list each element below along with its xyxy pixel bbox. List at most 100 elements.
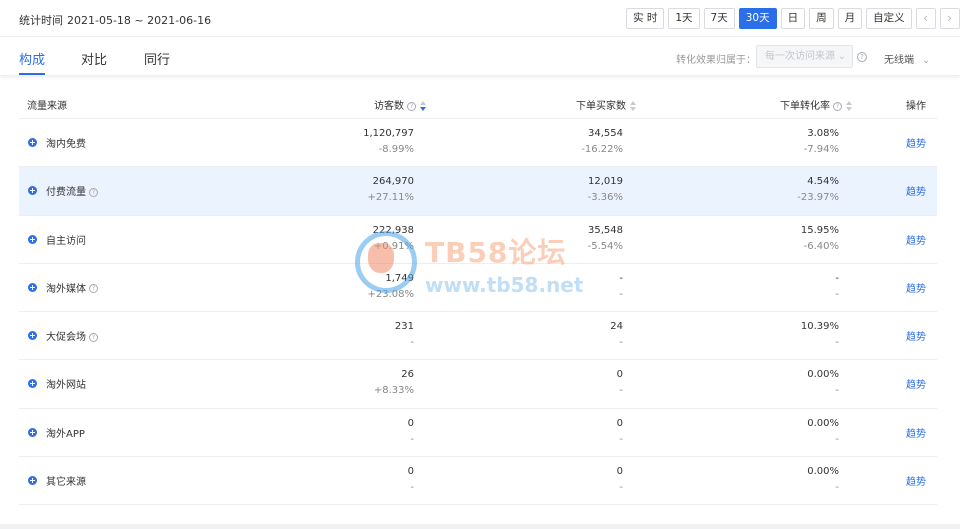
visitors-cell: 222,938 +0.91% [264,216,414,254]
visitors-cell: 1,749 +23.08% [264,264,414,302]
trend-link[interactable]: 趋势 [906,473,926,488]
buyers-value: 0 [616,417,623,429]
trend-link[interactable]: 趋势 [906,183,926,198]
attribution-select[interactable]: 每一次访问来源 ⌄ [756,45,853,68]
buyers-change: - [619,385,623,397]
expand-icon[interactable] [28,476,37,486]
buyers-value: 0 [616,369,623,381]
date-btn-30day[interactable]: 30天 [738,8,777,29]
table-row[interactable]: 淘外媒体? 1,749 +23.08% - - - - 趋势 [19,264,937,313]
date-btn-day[interactable]: 日 [780,8,806,29]
expand-icon[interactable] [28,186,37,196]
stat-time-range: 2021-05-18 ~ 2021-06-16 [67,14,212,27]
rate-cell: 3.08% -7.94% [689,119,839,157]
visitors-value: 0 [407,466,414,478]
visitors-change: +8.33% [373,385,414,397]
table-header: 流量来源 访客数? 下单买家数 下单转化率? 操作 [19,85,937,119]
visitors-value: 1,749 [385,272,414,284]
rate-cell: 0.00% - [689,409,839,447]
tab-composition[interactable]: 构成 [19,49,45,68]
chevron-down-icon: ⌄ [837,51,846,62]
date-btn-7day[interactable]: 7天 [703,8,735,29]
visitors-change: - [410,433,414,445]
chevron-right-icon[interactable]: › [939,8,960,29]
table-row[interactable]: 大促会场? 231 - 24 - 10.39% - 趋势 [19,312,937,361]
rate-value: - [835,272,839,284]
expand-icon[interactable] [28,379,37,389]
visitors-change: - [410,337,414,349]
sort-icon[interactable] [846,101,852,111]
terminal-select[interactable]: 无线端 ⌄ [884,51,930,66]
buyers-value: - [619,272,623,284]
rate-change: - [835,385,839,397]
trend-link[interactable]: 趋势 [906,328,926,343]
visitors-cell: 231 - [264,312,414,350]
date-btn-1day[interactable]: 1天 [668,8,700,29]
rate-change: - [835,288,839,300]
visitors-value: 0 [407,417,414,429]
buyers-cell: 0- [473,409,623,447]
trend-link[interactable]: 趋势 [906,135,926,150]
rate-cell: -- [689,264,839,302]
date-btn-custom[interactable]: 自定义 [866,8,912,29]
expand-icon[interactable] [28,282,37,292]
trend-link[interactable]: 趋势 [906,232,926,247]
buyers-change: - [619,482,623,494]
expand-icon[interactable] [28,331,37,341]
visitors-change: +27.11% [367,192,414,204]
date-btn-week[interactable]: 周 [809,8,834,29]
expand-icon[interactable] [28,234,37,244]
trend-link[interactable]: 趋势 [906,376,926,391]
buyers-change: - [619,288,623,300]
help-icon[interactable]: ? [857,52,867,62]
rate-change: -23.97% [797,192,839,204]
visitors-change: - [410,482,414,494]
date-btn-month[interactable]: 月 [837,8,863,29]
trend-link[interactable]: 趋势 [906,280,926,295]
chevron-left-icon[interactable]: ‹ [915,8,936,29]
buyers-cell: 12,019 -3.36% [473,167,623,205]
source-name: 付费流量? [46,183,98,198]
source-name: 大促会场? [46,328,98,343]
buyers-cell: 24 - [473,312,623,350]
col-rate[interactable]: 下单转化率? [780,97,852,112]
sort-icon[interactable] [630,101,636,111]
date-btn-realtime[interactable]: 实 时 [626,8,665,29]
help-icon: ? [833,101,842,111]
visitors-value: 222,938 [372,224,414,236]
visitors-change: +0.91% [373,240,414,252]
help-icon[interactable]: ? [89,332,98,342]
sort-icon[interactable] [420,101,426,111]
visitors-change: -8.99% [378,144,414,155]
table-row[interactable]: 付费流量? 264,970 +27.11% 12,019 -3.36% 4.54% -23.… [19,167,937,216]
rate-change: - [835,433,839,445]
chevron-down-icon: ⌄ [922,55,931,66]
rate-change: -7.94% [803,144,839,155]
table-row[interactable]: 淘内免费 1,120,797 -8.99% 34,554 -16.22% 3.08% -7.… [19,119,937,168]
expand-icon[interactable] [28,427,37,437]
trend-link[interactable]: 趋势 [906,425,926,440]
source-name: 淘内免费 [46,139,86,150]
help-icon: ? [407,101,416,111]
col-visitors[interactable]: 访客数? [374,97,426,112]
table-row[interactable]: 淘外APP 0-0-0.00% - 趋势 [19,409,937,458]
visitors-cell: 26 +8.33% [264,360,414,398]
col-buyers[interactable]: 下单买家数 [576,97,636,112]
visitors-cell: 264,970 +27.11% [264,167,414,205]
help-icon[interactable]: ? [89,284,98,294]
table-row[interactable]: 淘外网站 26 +8.33% 0-0.00% - 趋势 [19,360,937,409]
table-row[interactable]: 自主访问 222,938 +0.91% 35,548 -5.54% 15.95% -6.40… [19,216,937,264]
help-icon[interactable]: ? [89,187,98,197]
col-source: 流量来源 [27,101,67,112]
tab-peers[interactable]: 同行 [144,49,170,68]
attribution-value: 每一次访问来源 [765,51,835,62]
visitors-change: +23.08% [367,288,414,300]
source-name: 淘外网站 [46,380,86,392]
rate-change: - [835,482,839,494]
buyers-value: 24 [610,321,623,333]
source-name: 其它来源 [46,477,86,489]
tab-compare[interactable]: 对比 [81,49,107,68]
source-name: 自主访问 [46,235,86,247]
expand-icon[interactable] [28,138,37,147]
table-row[interactable]: 其它来源 0-0-0.00% - 趋势 [19,457,937,506]
